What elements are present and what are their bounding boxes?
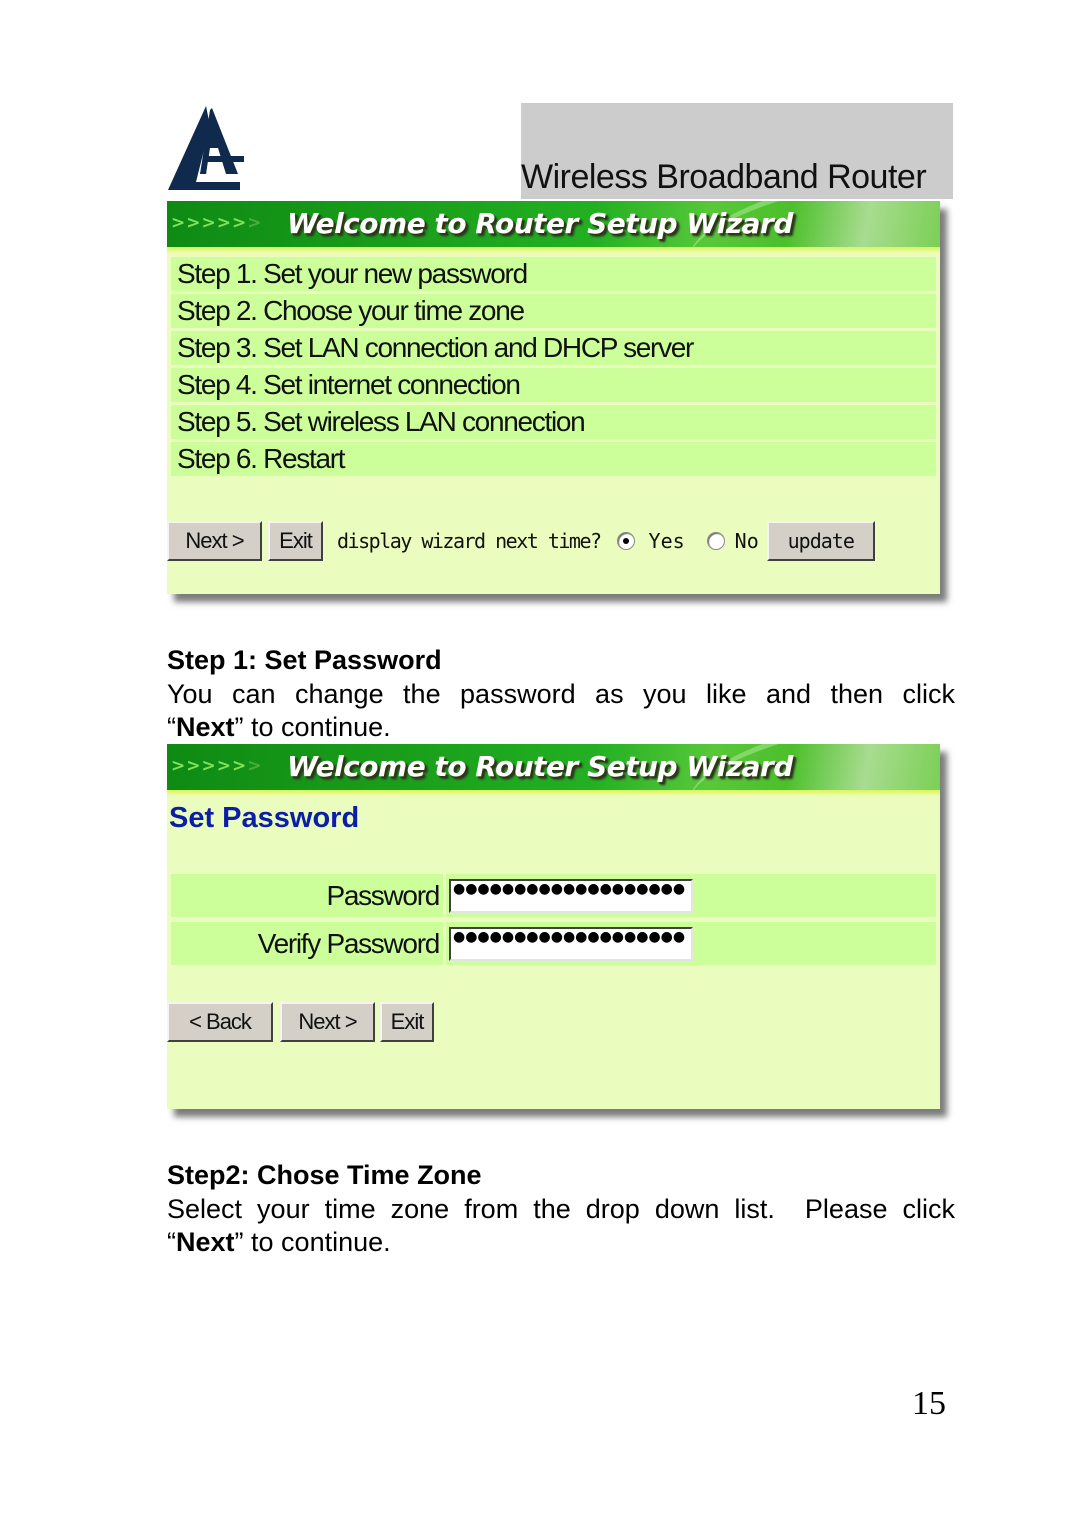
product-title: Wireless Broadband Router [521,158,927,196]
bold-next-word: Next [176,1227,235,1257]
wizard-step-item: Step 1. Set your new password [171,257,936,291]
verify-password-label: Verify Password [171,922,443,965]
back-button[interactable]: < Back [167,1002,273,1042]
password-input[interactable]: ●●●●●●●●●●●●●●●●●●● [449,878,693,913]
set-password-controls: < Back Next > Exit [167,1002,434,1042]
wizard-step-item: Step 4. Set internet connection [171,368,936,402]
verify-password-row: Verify Password ●●●●●●●●●●●●●●●●●●● [171,922,936,965]
page-number: 15 [912,1385,946,1422]
wizard-overview-controls: Next > Exit display wizard next time? Ye… [167,521,875,561]
wizard-banner: >>>>>> Welcome to Router Setup Wizard [167,201,940,253]
next-button[interactable]: Next > [280,1002,375,1042]
section-paragraph-step2: Select your time zone from the drop down… [167,1193,955,1259]
exit-button[interactable]: Exit [380,1002,434,1042]
update-button[interactable]: update [766,521,875,561]
paragraph-line: Select your time zone from the drop down… [167,1194,955,1224]
password-row: Password ●●●●●●●●●●●●●●●●●●● [171,874,936,917]
password-label: Password [171,874,443,917]
banner-arrows-icon: >>>>>> [171,213,263,233]
bold-next-word: Next [176,712,235,742]
paragraph-line: “Next” to continue. [167,1227,391,1257]
banner-title: Welcome to Router Setup Wizard [287,750,793,783]
banner-arrows-icon: >>>>>> [171,756,263,776]
wizard-overview-panel: >>>>>> Welcome to Router Setup Wizard St… [167,201,940,594]
wizard-step-item: Step 5. Set wireless LAN connection [171,405,936,439]
password-cell: ●●●●●●●●●●●●●●●●●●● [446,874,936,917]
wizard-step-item: Step 6. Restart [171,442,936,476]
atlantis-logo-icon [166,104,248,192]
verify-password-cell: ●●●●●●●●●●●●●●●●●●● [446,922,936,965]
banner-title: Welcome to Router Setup Wizard [287,207,793,240]
password-form: Password ●●●●●●●●●●●●●●●●●●● Verify Pass… [171,874,936,970]
set-password-panel: >>>>>> Welcome to Router Setup Wizard Se… [167,744,940,1109]
radio-yes-label: Yes [648,529,685,553]
radio-no[interactable] [706,532,725,550]
wizard-step-item: Step 2. Choose your time zone [171,294,936,328]
radio-yes[interactable] [616,532,635,550]
section-heading-step1: Step 1: Set Password [167,645,442,675]
wizard-step-item: Step 3. Set LAN connection and DHCP serv… [171,331,936,365]
paragraph-line: “Next” to continue. [167,712,391,742]
section-paragraph-step1: You can change the password as you like … [167,678,955,744]
exit-button[interactable]: Exit [268,521,323,561]
next-button[interactable]: Next > [167,521,262,561]
verify-password-input[interactable]: ●●●●●●●●●●●●●●●●●●● [449,926,693,961]
section-heading-step2: Step2: Chose Time Zone [167,1160,482,1190]
paragraph-line: You can change the password as you like … [167,679,955,709]
display-wizard-prompt: display wizard next time? [337,529,602,553]
radio-no-label: No [734,529,759,553]
wizard-step-list: Step 1. Set your new password Step 2. Ch… [167,253,940,476]
set-password-title: Set Password [169,802,360,834]
radio-selected-dot-icon [622,538,629,544]
wizard-banner: >>>>>> Welcome to Router Setup Wizard [167,744,940,796]
